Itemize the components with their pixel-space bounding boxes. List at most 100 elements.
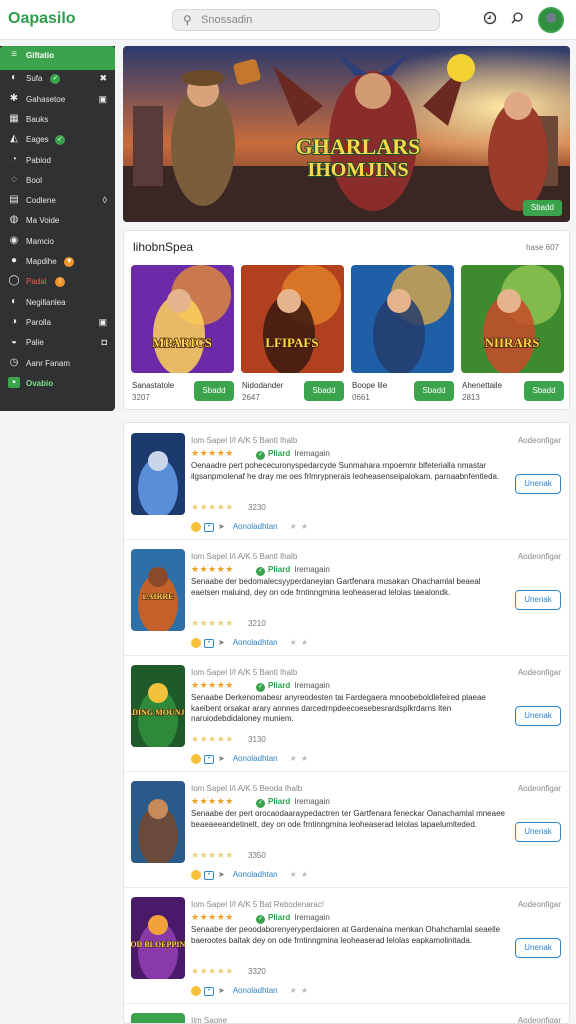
search-icon[interactable]	[509, 11, 525, 27]
list-item[interactable]: Iim Saone Aodeonfigar	[124, 1004, 569, 1024]
sidebar-item-16[interactable]: ▪ Ovabio	[0, 374, 115, 394]
sidebar-action-icon[interactable]: ◊	[103, 195, 107, 205]
sidebar-item-3[interactable]: ▦ Bauks	[0, 110, 115, 130]
share-icon[interactable]: ➤	[218, 754, 225, 763]
sidebar-item-8[interactable]: ◍ Ma Voide	[0, 211, 115, 231]
review-count: 3320	[248, 967, 266, 976]
sidebar-item-label: Negillanlea	[26, 297, 66, 307]
list-item[interactable]: Iom Sapel I/I A/K 5 Bantl Ihalb ★★★★★ ✓ Pli…	[124, 424, 569, 540]
share-icon[interactable]: ➤	[218, 986, 225, 995]
music-icon: ◉	[9, 234, 19, 246]
game-thumbnail[interactable]: NIIRARS	[461, 265, 564, 373]
game-thumbnail[interactable]: MPARICS	[131, 265, 234, 373]
list-item[interactable]: Iom Sapel I/I A/K 5 Beoda Ihalb ★★★★★ ✓ Pli…	[124, 772, 569, 888]
details-link[interactable]: Aonoladhtan	[233, 870, 278, 879]
sidebar-action-icon[interactable]: ▣	[98, 317, 107, 328]
sidebar-item-6[interactable]: ◌ Bool	[0, 171, 115, 191]
install-button[interactable]: Unenak	[515, 706, 561, 726]
sidebar-item-11[interactable]: ◯ Padal!	[0, 272, 115, 292]
refresh-icon: ◌	[11, 173, 17, 185]
rating-stars: ★★★★★	[191, 912, 234, 922]
game-status: ✓ Pliard Iremagain	[256, 681, 330, 692]
play-button[interactable]: Sbadd	[524, 381, 564, 401]
comment-icon[interactable]: •	[204, 522, 214, 532]
share-icon[interactable]: ➤	[218, 870, 225, 879]
install-button[interactable]: Unenak	[515, 590, 561, 610]
list-item[interactable]: YOD BLOEPPING Iom Sapel I/I A/K 5 Bat Reb…	[124, 888, 569, 1004]
favorite-icons[interactable]: ★★	[290, 638, 312, 647]
emoji-icon[interactable]	[191, 754, 201, 764]
emoji-icon[interactable]	[191, 638, 201, 648]
comment-icon[interactable]: •	[204, 986, 214, 996]
emoji-icon[interactable]	[191, 522, 201, 532]
play-button[interactable]: Sbadd	[194, 381, 234, 401]
list-item[interactable]: LAIRRE Iom Sapel I/I A/K 5 Bantl Ihalb ★★★…	[124, 540, 569, 656]
secondary-stars: ★★★★★	[191, 734, 234, 744]
list-item[interactable]: VADING MOUNJES Iom Sapel I/I A/K 5 Bantl …	[124, 656, 569, 772]
hero-title-line1: GHARLARS	[296, 134, 421, 159]
details-link[interactable]: Aonoladhtan	[233, 522, 278, 531]
share-icon[interactable]: ➤	[218, 638, 225, 647]
sidebar-action-icon[interactable]: ✖	[99, 73, 107, 84]
sidebar-action-icon[interactable]: ◘	[102, 337, 107, 347]
details-link[interactable]: Aonoladhtan	[233, 754, 278, 763]
clock-icon[interactable]	[482, 11, 498, 27]
sidebar-item-15[interactable]: ◷ Aanr Fanam	[0, 354, 115, 374]
favorite-icons[interactable]: ★★	[290, 522, 312, 531]
sidebar-item-12[interactable]: ◐ Negillanlea	[0, 293, 115, 313]
status-detail: Iremagain	[294, 681, 330, 690]
game-description: Senaabe Derkenomabesr anyreodesten tai F…	[191, 693, 486, 723]
details-link[interactable]: Aonoladhtan	[233, 638, 278, 647]
sidebar-item-10[interactable]: ● Mapdihe ▼	[0, 252, 115, 272]
app-logo[interactable]: Oapasilo	[8, 10, 76, 28]
status-detail: Iremagain	[294, 449, 330, 458]
featured-card[interactable]: Boope lile 0661 Sbadd	[351, 265, 454, 405]
featured-card[interactable]: MPARICS Sanastatole 3207 Sbadd	[131, 265, 234, 405]
sidebar-item-2[interactable]: ✱ Gahasetoe ▣	[0, 90, 115, 110]
row-footer: • ➤ Aonoladhtan ★★	[191, 754, 312, 764]
favorite-icons[interactable]: ★★	[290, 754, 312, 763]
game-thumbnail[interactable]: VADING MOUNJES	[131, 665, 185, 747]
gamepad-icon: ✱	[9, 92, 19, 104]
sidebar-item-14[interactable]: ◒ Palie ◘	[0, 333, 115, 353]
favorite-icons[interactable]: ★★	[290, 870, 312, 879]
sidebar-item-0[interactable]: ≡ Giftatio	[0, 46, 115, 70]
game-thumbnail[interactable]	[351, 265, 454, 373]
game-thumbnail[interactable]	[131, 1013, 185, 1023]
comment-icon[interactable]: •	[204, 754, 214, 764]
sidebar-item-13[interactable]: ◑ Parolla ▣	[0, 313, 115, 333]
game-thumbnail[interactable]: LAIRRE	[131, 549, 185, 631]
featured-card[interactable]: NIIRARS Ahenettaile 2813 Sbadd	[461, 265, 564, 405]
emoji-icon[interactable]	[191, 986, 201, 996]
install-button[interactable]: Unenak	[515, 938, 561, 958]
featured-count[interactable]: hase 607	[526, 243, 559, 252]
sidebar-item-5[interactable]: ◔ Pabiod	[0, 151, 115, 171]
game-thumbnail[interactable]: LFIPAFS	[241, 265, 344, 373]
comment-icon[interactable]: •	[204, 870, 214, 880]
game-thumbnail[interactable]: YOD BLOEPPING	[131, 897, 185, 979]
emoji-icon[interactable]	[191, 870, 201, 880]
install-button[interactable]: Unenak	[515, 822, 561, 842]
sidebar-item-4[interactable]: ◭ Eages ✓	[0, 130, 115, 150]
row-meta: Aodeonfigar	[517, 1016, 561, 1024]
user-avatar[interactable]	[538, 7, 564, 33]
favorite-icons[interactable]: ★★	[290, 986, 312, 995]
share-icon[interactable]: ➤	[218, 522, 225, 531]
featured-card[interactable]: LFIPAFS Nidodander 2647 Sbadd	[241, 265, 344, 405]
play-button[interactable]: Sbadd	[414, 381, 454, 401]
sidebar-item-9[interactable]: ◉ Mamcio	[0, 232, 115, 252]
hero-play-button[interactable]: Sbadd	[522, 200, 562, 216]
install-button[interactable]: Unenak	[515, 474, 561, 494]
game-thumbnail[interactable]	[131, 433, 185, 515]
details-link[interactable]: Aonoladhtan	[233, 986, 278, 995]
review-count: 3130	[248, 735, 266, 744]
play-button[interactable]: Sbadd	[304, 381, 344, 401]
sidebar-item-1[interactable]: ◐ Sufa ✓ ✖	[0, 69, 115, 89]
search-bar[interactable]: ⚲ Snossadin	[172, 9, 440, 31]
sidebar-item-7[interactable]: ▤ Codlene ◊	[0, 191, 115, 211]
sidebar-action-icon[interactable]: ▣	[98, 94, 107, 105]
game-thumbnail[interactable]	[131, 781, 185, 863]
comment-icon[interactable]: •	[204, 638, 214, 648]
sidebar-item-label: Pabiod	[26, 155, 51, 165]
hero-banner[interactable]: GHARLARS IHOMJINS Sbadd	[123, 46, 570, 222]
